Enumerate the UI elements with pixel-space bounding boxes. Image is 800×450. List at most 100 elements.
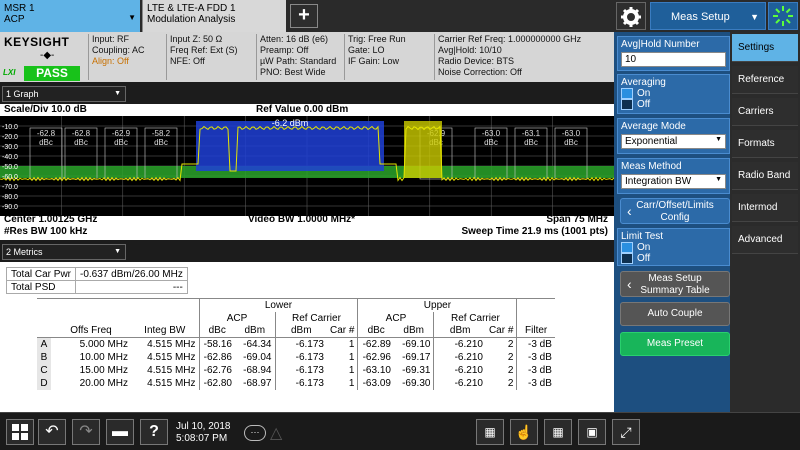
activity-indicator-button[interactable] [768, 2, 798, 30]
tab-advanced[interactable]: Advanced [732, 226, 798, 254]
table-row[interactable]: B 10.00 MHz 4.515 MHz -62.86 -69.04 -6.173 1 -6… [37, 350, 555, 364]
acp-rows: A 5.000 MHz 4.515 MHz -58.16 -64.34 -6.173 1 -6… [37, 337, 555, 390]
chevron-down-icon: ▼ [128, 13, 136, 22]
acp-cell-l-dbm: -68.94 [235, 363, 276, 377]
graph-layout-dropdown[interactable]: 1 Graph ▼ [2, 86, 126, 102]
upper-acp-header: ACP [357, 311, 435, 325]
table-row[interactable]: A 5.000 MHz 4.515 MHz -58.16 -64.34 -6.173 1 -6… [37, 337, 555, 351]
average-mode-select[interactable]: Average Mode Exponential ▼ [617, 118, 730, 154]
acp-cell-u-ref: -6.210 [454, 364, 483, 376]
redo-button[interactable]: ↷ [72, 419, 100, 445]
meas-method-select[interactable]: Meas Method Integration BW ▼ [617, 158, 730, 194]
acp-cell-offs: 20.00 MHz [79, 377, 128, 389]
acp-cell-l-car: 1 [327, 350, 359, 364]
meas-preset-button[interactable]: Meas Preset [620, 332, 730, 356]
tab-lte-modulation[interactable]: LTE & LTE-A FDD 1 Modulation Analysis [142, 0, 286, 32]
coupling-info: Coupling: AC [92, 45, 145, 55]
expand-icon: ⤢ [620, 424, 632, 440]
acp-cell-u-car: 2 [485, 337, 518, 351]
tab-msr-acp[interactable]: MSR 1 ACP ▼ [0, 0, 140, 32]
input-info-column[interactable]: Input: RF Coupling: AC Align: Off [92, 34, 145, 67]
warning-indicator[interactable]: △ [270, 423, 282, 443]
table-header-row: Lower Upper [37, 298, 555, 312]
meas-setup-summary-table-button[interactable]: ‹ Meas Setup Summary Table [620, 271, 730, 297]
meas-setup-menu-button[interactable]: Meas Setup ▼ [650, 2, 766, 30]
offs-freq-header: Offs Freq [51, 324, 131, 338]
gate-info: Gate: LO [348, 45, 385, 55]
table-row[interactable]: C 15.00 MHz 4.515 MHz -62.76 -68.94 -6.173 1 -6… [37, 363, 555, 377]
averaging-off-option[interactable]: Off [621, 99, 726, 110]
tab-reference[interactable]: Reference [732, 66, 798, 94]
trigger-info-column[interactable]: Trig: Free Run Gate: LO IF Gain: Low [348, 34, 406, 67]
tab-formats[interactable]: Formats [732, 130, 798, 158]
table-row[interactable]: D 20.00 MHz 4.515 MHz -62.80 -68.97 -6.173 1 -6… [37, 376, 555, 390]
pno-info: PNO: Best Wide [260, 67, 326, 77]
nfe-info: NFE: Off [170, 56, 205, 66]
tab-lte-line2: Modulation Analysis [147, 14, 236, 25]
acp-cell-l-dbc: -62.86 [203, 351, 232, 363]
messages-button[interactable]: ··· [244, 425, 266, 441]
offset-dbc-unit: dBc [524, 138, 538, 147]
add-tab-button[interactable]: + [290, 4, 318, 28]
metrics-layout-label: 2 Metrics [6, 247, 43, 257]
total-power-table: Total Car Pwr -0.637 dBm/26.00 MHz Total… [5, 267, 188, 294]
spectrum-plot[interactable]: -62.8dBc-62.8dBc-62.9dBc-58.2dBc-62.9dBc… [0, 116, 615, 216]
average-mode-label: Average Mode [621, 121, 686, 132]
impedance-info-column[interactable]: Input Z: 50 Ω Freq Ref: Ext (S) NFE: Off [170, 34, 238, 67]
gear-icon [621, 7, 641, 27]
carrier-info-column[interactable]: Carrier Ref Freq: 1.000000000 GHz Avg|Ho… [438, 34, 581, 78]
upper-ref-carrier-header: Ref Carrier [433, 311, 518, 325]
avg-hold-number-control[interactable]: Avg|Hold Number 10 [617, 36, 730, 71]
acp-cell-l-ref: -6.173 [295, 377, 324, 389]
file-explorer-button[interactable]: ▬ [106, 419, 134, 445]
help-button[interactable]: ? [140, 419, 168, 445]
acp-cell-offs: 15.00 MHz [79, 364, 128, 376]
touch-button[interactable]: ☝ [510, 419, 538, 445]
average-mode-value-box[interactable]: Exponential ▼ [621, 134, 726, 149]
limit-test-toggle[interactable]: Limit Test On Off [617, 228, 730, 266]
acp-cell-u-dbm: -69.17 [393, 350, 435, 364]
averaging-on-option[interactable]: On [621, 88, 726, 99]
resolution-bandwidth: #Res BW 100 kHz [4, 226, 88, 237]
undo-button[interactable]: ↶ [38, 419, 66, 445]
window-layout-button[interactable]: ▣ [578, 419, 606, 445]
attenuation-info-column[interactable]: Atten: 16 dB (e6) Preamp: Off µW Path: S… [260, 34, 336, 78]
acp-cell-u-dbc: -63.09 [362, 377, 391, 389]
divider [88, 34, 89, 80]
meas-method-value-box[interactable]: Integration BW ▼ [621, 174, 726, 189]
settings-button[interactable] [616, 2, 646, 30]
averaging-toggle[interactable]: Averaging On Off [617, 74, 730, 114]
keyboard-button[interactable]: ▦ [544, 419, 572, 445]
avg-hold-number-input[interactable]: 10 [621, 52, 726, 67]
redo-icon: ↷ [79, 423, 93, 440]
table-header-row: Offs Freq Integ BW dBc dBm dBm Car # dBc… [37, 324, 555, 338]
fullscreen-button[interactable]: ⤢ [612, 419, 640, 445]
acp-cell-u-dbm: -69.10 [393, 337, 435, 351]
limit-test-on-option[interactable]: On [621, 242, 726, 253]
tab-settings[interactable]: Settings [732, 34, 798, 62]
atten-info: Atten: 16 dB (e6) [260, 34, 329, 44]
acp-cell-l-ref: -6.173 [295, 351, 324, 363]
tab-radio-band[interactable]: Radio Band [732, 162, 798, 190]
windows-start-button[interactable] [6, 419, 34, 445]
preamp-info: Preamp: Off [260, 45, 309, 55]
align-info: Align: Off [92, 56, 129, 66]
carr-offset-limits-config-button[interactable]: ‹ Carr/Offset/Limits Config [620, 198, 730, 224]
upper-car-header: Car # [485, 324, 518, 338]
undo-icon: ↶ [45, 423, 59, 440]
carr-offset-line1: Carr/Offset/Limits [636, 200, 714, 211]
tab-carriers[interactable]: Carriers [732, 98, 798, 126]
help-icon: ? [149, 423, 159, 440]
chevron-down-icon: ▼ [114, 90, 121, 97]
metrics-layout-dropdown[interactable]: 2 Metrics ▼ [2, 244, 126, 260]
tab-intermod[interactable]: Intermod [732, 194, 798, 222]
keysight-symbol-icon: -◆- [40, 50, 55, 61]
spectrum-graph-panel[interactable]: Scale/Div 10.0 dB Ref Value 0.00 dBm -62… [0, 104, 615, 240]
multi-window-button[interactable]: ▦ [476, 419, 504, 445]
folder-icon: ▬ [112, 423, 128, 440]
acp-cell-l-dbc: -62.76 [203, 364, 232, 376]
auto-couple-button[interactable]: Auto Couple [620, 302, 730, 326]
limit-test-off-option[interactable]: Off [621, 253, 726, 264]
acp-cell-u-dbc: -62.96 [362, 351, 391, 363]
limit-test-label: Limit Test [621, 231, 664, 242]
